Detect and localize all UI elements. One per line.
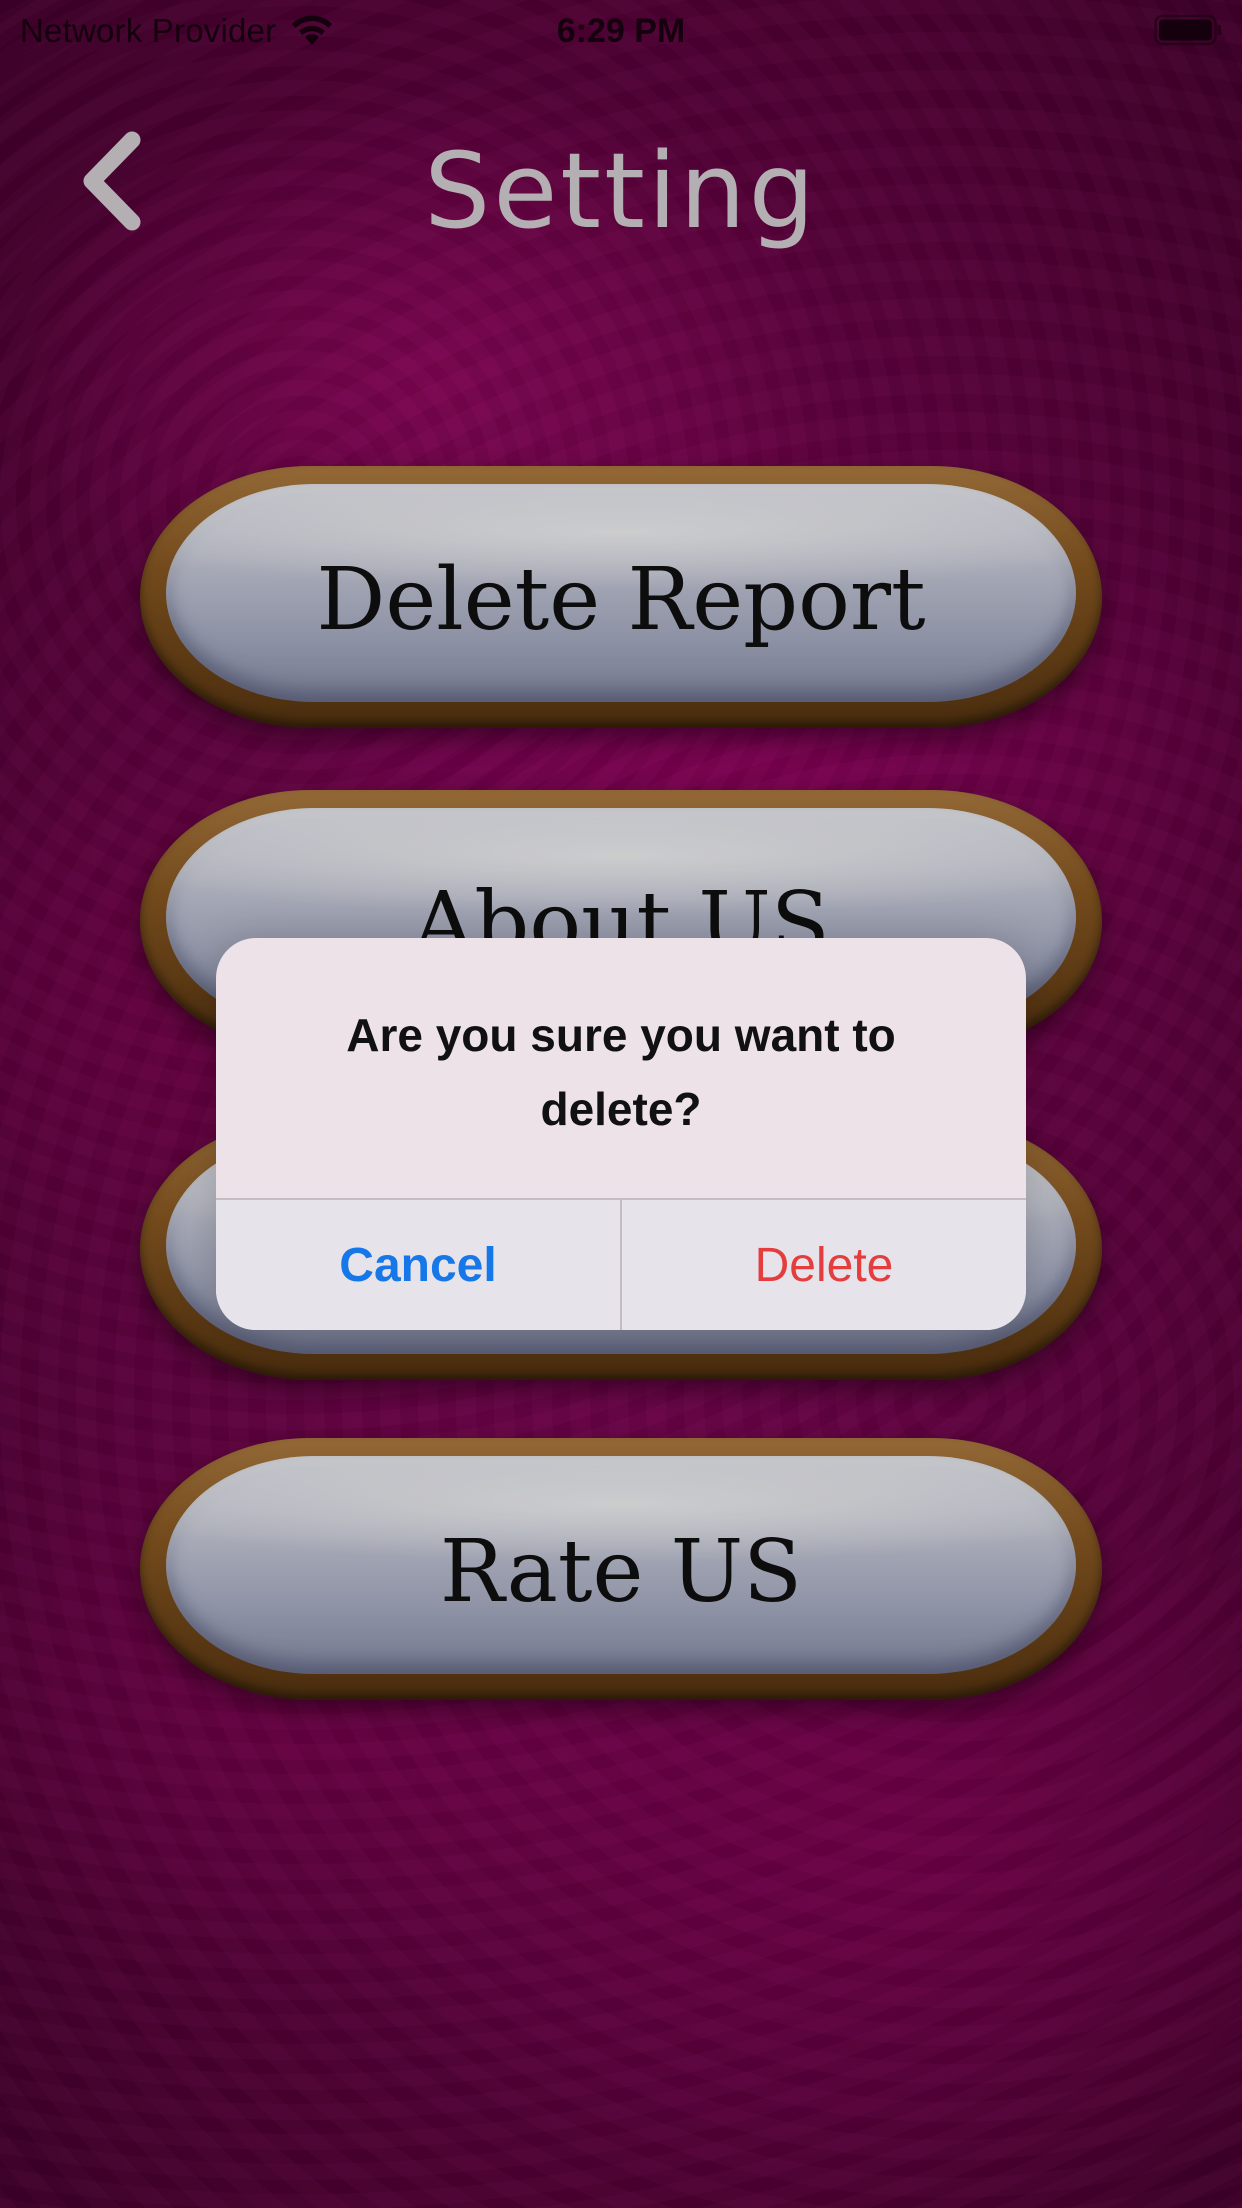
alert-message: Are you sure you want to delete? [346,1009,896,1135]
delete-confirm-dialog: Are you sure you want to delete? Cancel … [216,938,1026,1330]
delete-button[interactable]: Delete [622,1200,1026,1330]
cancel-button[interactable]: Cancel [216,1200,620,1330]
